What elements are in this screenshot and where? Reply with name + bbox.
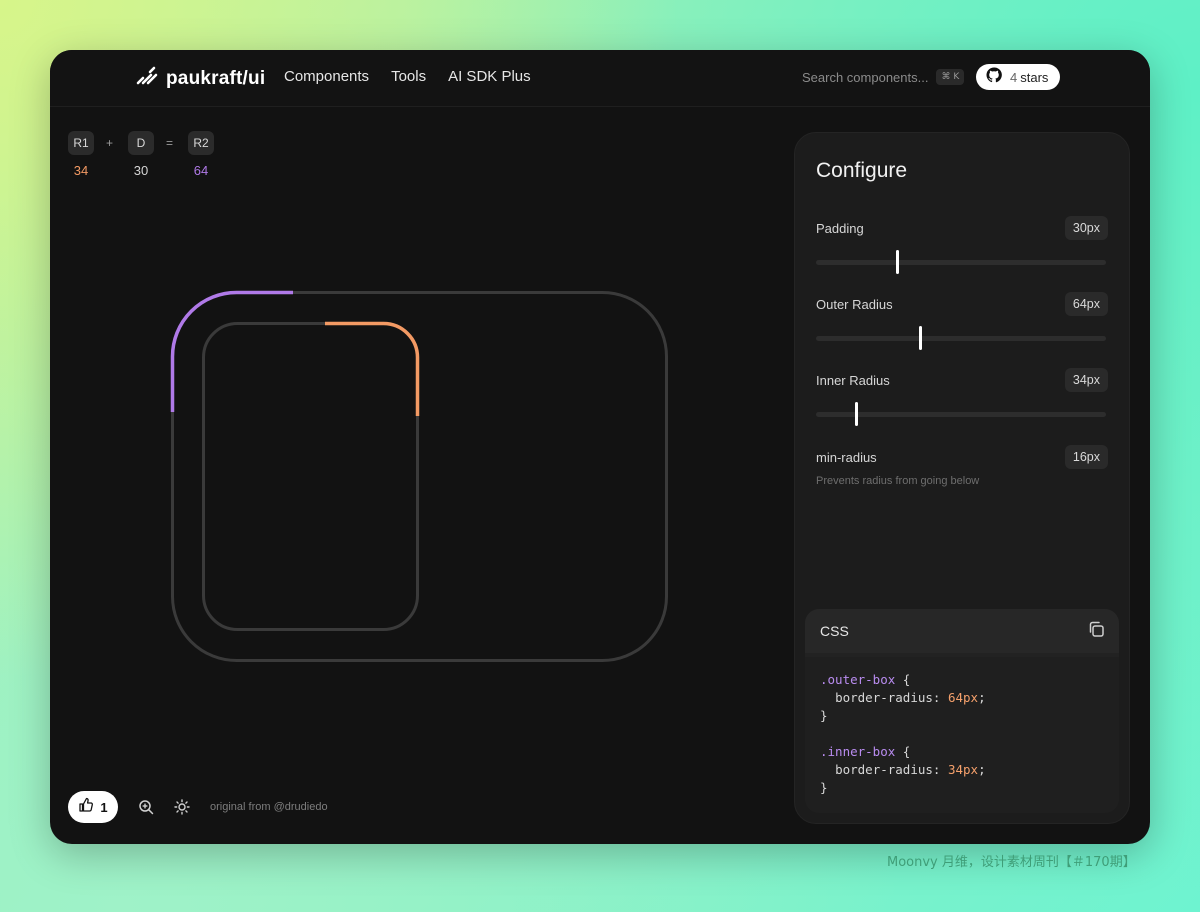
bottom-toolbar: 1 original from @drudiedo [68, 791, 328, 823]
outer-selector: .outer-box [820, 672, 896, 687]
outer-radius-slider[interactable] [816, 326, 1106, 350]
like-button[interactable]: 1 [68, 791, 118, 823]
github-star-count: 4 [1010, 69, 1018, 85]
watermark-text: Moonvy 月维，设计素材周刊【＃170期】 [887, 855, 1136, 870]
inner-radius-highlight [325, 321, 420, 416]
github-icon [986, 66, 1002, 88]
inner-selector: .inner-box [820, 744, 896, 759]
padding-slider[interactable] [816, 250, 1106, 274]
github-stars-button[interactable]: 4 stars [976, 64, 1061, 90]
search-box[interactable]: Search components... ⌘ K [802, 69, 965, 85]
inner-radius-value[interactable]: 34px [1064, 368, 1108, 392]
like-count: 1 [100, 799, 108, 815]
outer-radius-highlight [170, 290, 293, 412]
min-radius-value[interactable]: 16px [1064, 445, 1108, 469]
css-code-card: CSS .outer-box { border-radius: 64px; } … [805, 609, 1119, 813]
inner-radius-code-value: 34px [947, 762, 979, 777]
min-radius-label: min-radius [816, 450, 877, 465]
padding-value[interactable]: 30px [1064, 216, 1108, 240]
inner-radius-slider[interactable] [816, 402, 1106, 426]
inner-box [202, 322, 419, 631]
outer-box [171, 291, 668, 662]
outer-radius-value[interactable]: 64px [1064, 292, 1108, 316]
css-code-block: .outer-box { border-radius: 64px; } .inn… [805, 657, 1119, 813]
min-radius-description: Prevents radius from going below [816, 475, 980, 487]
configure-panel: Configure Padding 30px Outer Radius 64px… [794, 132, 1130, 824]
radius-preview [170, 290, 668, 662]
zoom-in-icon[interactable] [138, 799, 154, 815]
app-window: paukraft/ui Components Tools AI SDK Plus… [50, 50, 1150, 844]
search-placeholder: Search components... [802, 69, 929, 85]
css-card-title: CSS [820, 623, 849, 639]
inner-radius-label: Inner Radius [816, 373, 890, 388]
thumbs-up-icon [78, 797, 94, 818]
search-shortcut: ⌘ K [936, 69, 965, 85]
outer-radius-label: Outer Radius [816, 297, 893, 312]
padding-label: Padding [816, 221, 864, 236]
css-code: .outer-box { border-radius: 64px; } .inn… [820, 672, 986, 795]
inner-radius-slider-thumb[interactable] [855, 402, 859, 426]
padding-slider-thumb[interactable] [895, 250, 899, 274]
github-star-label: stars [1020, 69, 1049, 85]
css-card-header: CSS [805, 609, 1119, 653]
credit-text: original from @drudiedo [210, 801, 328, 813]
outer-radius-slider-thumb[interactable] [918, 326, 922, 350]
copy-icon[interactable] [1087, 620, 1105, 643]
configure-title: Configure [816, 159, 908, 182]
sun-icon[interactable] [174, 799, 190, 815]
outer-radius-code-value: 64px [947, 690, 979, 705]
